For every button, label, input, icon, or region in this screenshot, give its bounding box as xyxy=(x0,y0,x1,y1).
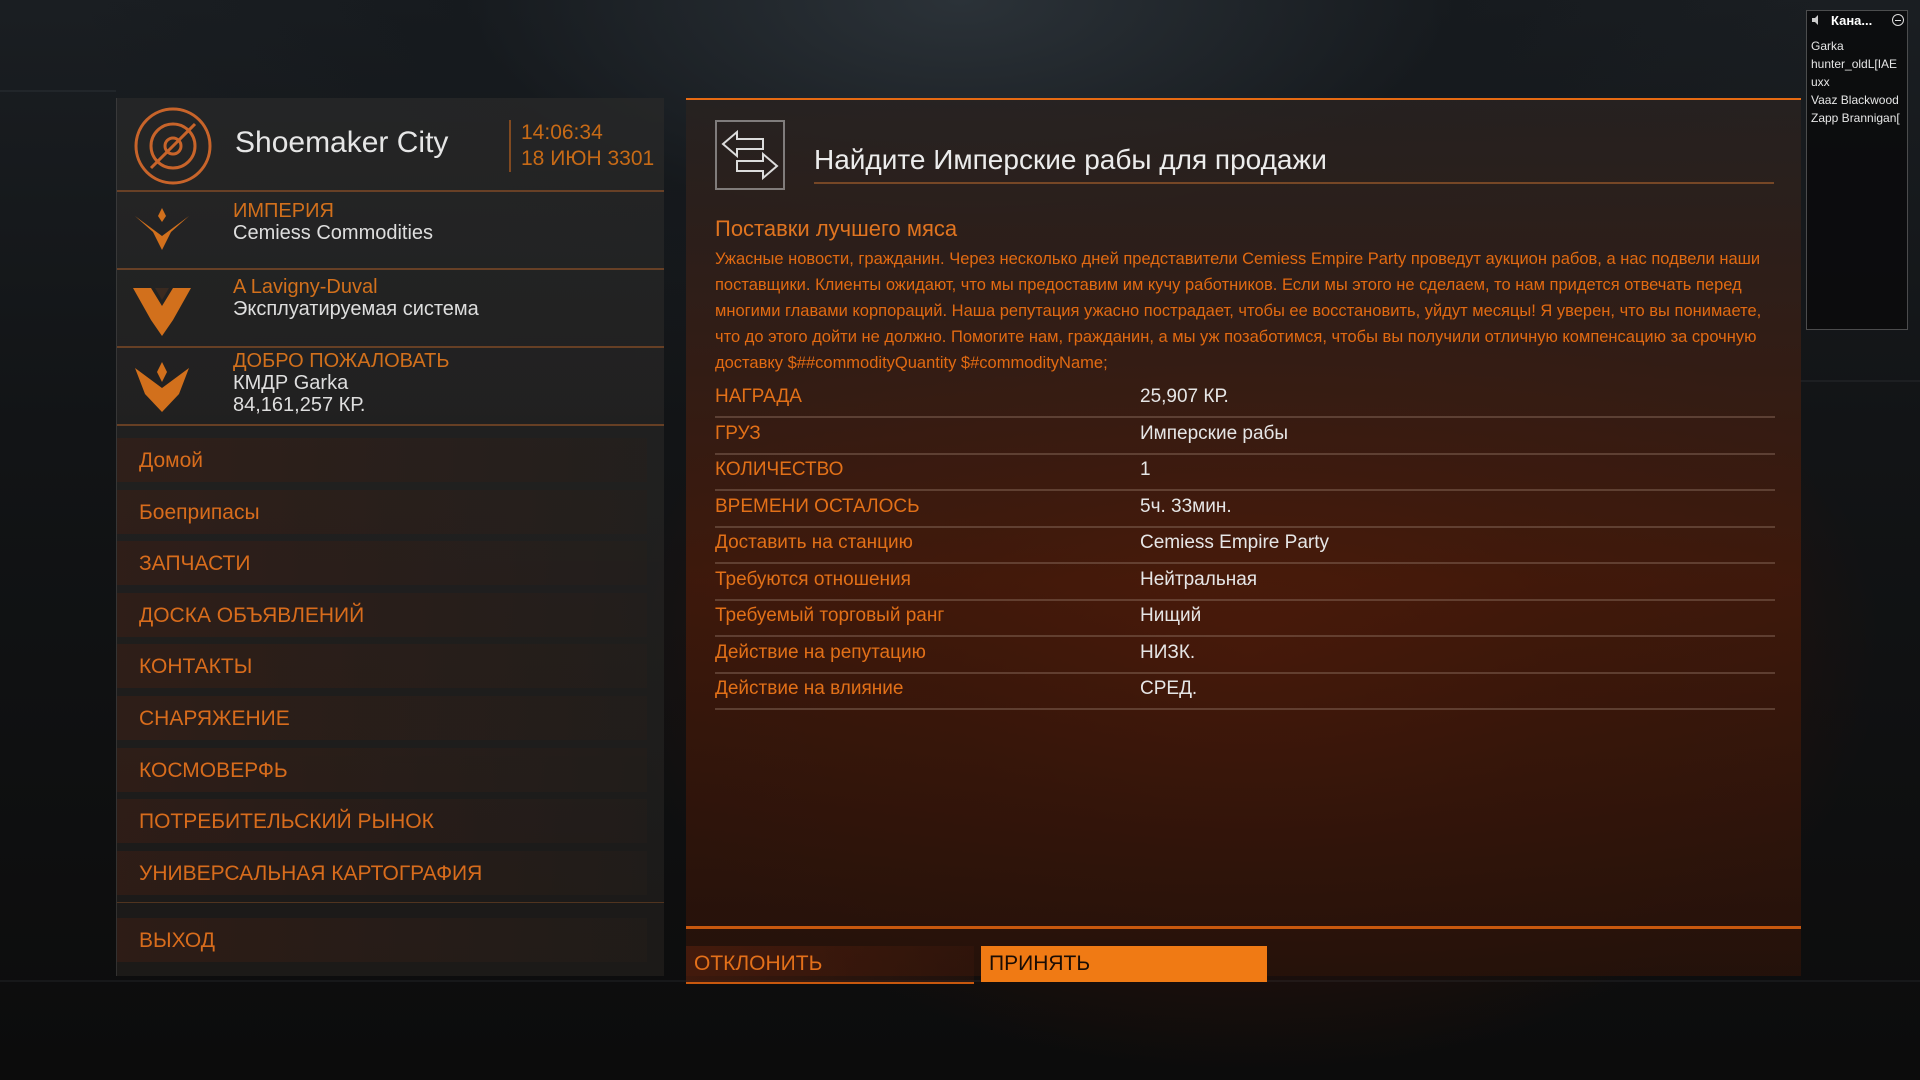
mission-panel: Найдите Имперские рабы для продажи Поста… xyxy=(686,98,1801,984)
chat-widget[interactable]: Кана... Garka hunter_oldL[IAE uxx Vaaz B… xyxy=(1806,10,1908,330)
detail-row-time-left: ВРЕМЕНИ ОСТАЛОСЬ 5ч. 33мин. xyxy=(715,490,1775,528)
title-divider xyxy=(814,182,1774,184)
detail-row-trade-rank: Требуемый торговый ранг Нищий xyxy=(715,599,1775,637)
chat-channel-title: Кана... xyxy=(1831,13,1873,28)
menu-item-label: Боеприпасы xyxy=(139,501,260,524)
power-emblem-icon xyxy=(133,288,191,336)
menu-item-label: УНИВЕРСАЛЬНАЯ КАРТОГРАФИЯ xyxy=(139,862,483,885)
chat-user[interactable]: uxx xyxy=(1811,73,1905,91)
menu-item-exit[interactable]: ВЫХОД xyxy=(117,918,647,962)
menu-item-home[interactable]: Домой xyxy=(117,438,647,482)
detail-key: КОЛИЧЕСТВО xyxy=(715,459,844,480)
menu-item-label: ЗАПЧАСТИ xyxy=(139,552,251,575)
detail-value: Нищий xyxy=(1140,605,1202,626)
detail-value: Нейтральная xyxy=(1140,569,1258,590)
commander-name: КМДР Garka xyxy=(233,372,349,394)
chat-user[interactable]: Vaaz Blackwood xyxy=(1811,91,1905,109)
accept-label: ПРИНЯТЬ xyxy=(989,952,1091,975)
menu-item-label: Домой xyxy=(139,449,203,472)
detail-value: Cemiess Empire Party xyxy=(1140,532,1329,553)
detail-key: Доставить на станцию xyxy=(715,532,913,553)
system-row: A Lavigny-Duval Эксплуатируемая система xyxy=(117,270,664,348)
detail-key: ГРУЗ xyxy=(715,423,761,444)
detail-row-required-standing: Требуются отношения Нейтральная xyxy=(715,563,1775,601)
menu-item-ammo[interactable]: Боеприпасы xyxy=(117,490,647,534)
station-name: Shoemaker City xyxy=(235,126,449,159)
menu-item-cartographics[interactable]: УНИВЕРСАЛЬНАЯ КАРТОГРАФИЯ xyxy=(117,851,647,895)
faction-row: ИМПЕРИЯ Cemiess Commodities xyxy=(117,192,664,270)
station-time: 14:06:34 xyxy=(521,121,603,144)
detail-row-quantity: КОЛИЧЕСТВО 1 xyxy=(715,453,1775,491)
menu-item-repair[interactable]: ЗАПЧАСТИ xyxy=(117,541,647,585)
menu-item-label: КОСМОВЕРФЬ xyxy=(139,759,288,782)
speaker-icon xyxy=(1812,15,1818,25)
faction-name: Cemiess Commodities xyxy=(233,222,434,244)
station-logo-icon xyxy=(134,107,212,185)
detail-key: Требуемый торговый ранг xyxy=(715,605,945,626)
menu-item-shipyard[interactable]: КОСМОВЕРФЬ xyxy=(117,748,647,792)
station-panel: Shoemaker City 14:06:34 18 ИЮН 3301 ИМПЕ… xyxy=(116,98,664,976)
detail-row-reputation-effect: Действие на репутацию НИЗК. xyxy=(715,636,1775,674)
decline-label: ОТКЛОНИТЬ xyxy=(694,952,823,975)
menu-item-commodity-market[interactable]: ПОТРЕБИТЕЛЬСКИЙ РЫНОК xyxy=(117,799,647,843)
station-clock: 14:06:34 18 ИЮН 3301 xyxy=(509,120,654,172)
commander-emblem-icon xyxy=(135,362,189,412)
menu-item-label: ПОТРЕБИТЕЛЬСКИЙ РЫНОК xyxy=(139,810,434,833)
mission-title: Найдите Имперские рабы для продажи xyxy=(814,144,1327,175)
detail-value: 5ч. 33мин. xyxy=(1140,496,1232,517)
detail-key: НАГРАДА xyxy=(715,386,802,407)
detail-value: 1 xyxy=(1140,459,1151,480)
detail-row-influence-effect: Действие на влияние СРЕД. xyxy=(715,672,1775,710)
mission-subtitle: Поставки лучшего мяса xyxy=(715,216,958,241)
background-strut xyxy=(0,90,116,92)
menu-item-contacts[interactable]: КОНТАКТЫ xyxy=(117,644,647,688)
detail-value: СРЕД. xyxy=(1140,678,1198,699)
detail-key: Действие на влияние xyxy=(715,678,904,699)
detail-row-destination: Доставить на станцию Cemiess Empire Part… xyxy=(715,526,1775,564)
chat-user[interactable]: Garka xyxy=(1811,37,1905,55)
minimize-button[interactable] xyxy=(1892,14,1904,26)
detail-key: Действие на репутацию xyxy=(715,642,926,663)
accept-button[interactable]: ПРИНЯТЬ xyxy=(981,946,1267,982)
system-power: A Lavigny-Duval xyxy=(233,276,378,298)
mission-description: Ужасные новости, гражданин. Через нескол… xyxy=(715,250,1762,372)
detail-value: Имперские рабы xyxy=(1140,423,1289,444)
menu-item-label: СНАРЯЖЕНИЕ xyxy=(139,707,290,730)
credits-balance: 84,161,257 КР. xyxy=(233,394,366,416)
detail-value: 25,907 КР. xyxy=(1140,386,1229,407)
chat-user[interactable]: hunter_oldL[IAE xyxy=(1811,55,1905,73)
welcome-label: ДОБРО ПОЖАЛОВАТЬ xyxy=(233,350,450,372)
detail-key: Требуются отношения xyxy=(715,569,911,590)
detail-key: ВРЕМЕНИ ОСТАЛОСЬ xyxy=(715,496,920,517)
menu-item-outfitting[interactable]: СНАРЯЖЕНИЕ xyxy=(117,696,647,740)
chat-user-list: Garka hunter_oldL[IAE uxx Vaaz Blackwood… xyxy=(1811,37,1905,127)
commander-row: ДОБРО ПОЖАЛОВАТЬ КМДР Garka 84,161,257 К… xyxy=(117,348,664,426)
station-header: Shoemaker City 14:06:34 18 ИЮН 3301 xyxy=(117,98,664,192)
station-date: 18 ИЮН 3301 xyxy=(521,147,655,170)
back-button[interactable] xyxy=(715,120,785,190)
decline-button[interactable]: ОТКЛОНИТЬ xyxy=(686,946,974,984)
detail-row-reward: НАГРАДА 25,907 КР. xyxy=(715,380,1775,418)
menu-item-label: ДОСКА ОБЪЯВЛЕНИЙ xyxy=(139,604,365,627)
menu-item-label: ВЫХОД xyxy=(139,929,216,952)
detail-row-cargo: ГРУЗ Имперские рабы xyxy=(715,417,1775,455)
footer-divider xyxy=(686,926,1801,929)
detail-value: НИЗК. xyxy=(1140,642,1196,663)
faction-label: ИМПЕРИЯ xyxy=(233,200,334,222)
menu-item-label: КОНТАКТЫ xyxy=(139,655,253,678)
empire-eagle-icon xyxy=(135,208,189,250)
menu-divider xyxy=(117,902,664,903)
chat-user[interactable]: Zapp Brannigan[ xyxy=(1811,109,1905,127)
system-state: Эксплуатируемая система xyxy=(233,298,479,320)
menu-item-bulletin-board[interactable]: ДОСКА ОБЪЯВЛЕНИЙ xyxy=(117,593,647,637)
background-strut xyxy=(1800,380,1920,382)
back-arrows-icon xyxy=(721,129,779,181)
